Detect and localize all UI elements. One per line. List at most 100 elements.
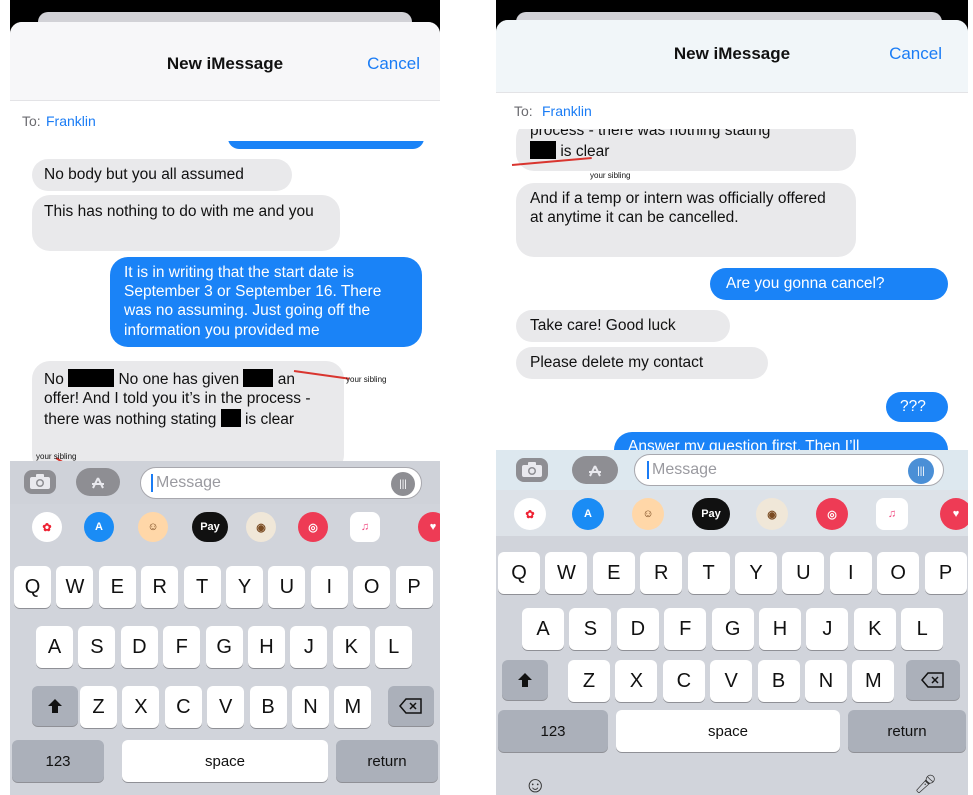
recipient-name[interactable]: Franklin (542, 103, 592, 119)
shift-key[interactable] (32, 686, 78, 726)
apple-pay-icon[interactable]: Pay (692, 498, 730, 530)
key-y[interactable]: Y (226, 566, 263, 608)
key-j[interactable]: J (806, 608, 849, 650)
digital-touch-icon[interactable]: ♥ (418, 512, 440, 542)
emoji-icon[interactable]: ☺ (524, 772, 546, 795)
message-text: an (277, 371, 295, 388)
audio-waveform-icon[interactable]: ||| (391, 472, 415, 496)
message-input[interactable]: Message (634, 454, 944, 486)
key-q[interactable]: Q (14, 566, 51, 608)
key-l[interactable]: L (375, 626, 413, 668)
key-g[interactable]: G (205, 626, 243, 668)
recipient-name[interactable]: Franklin (46, 113, 96, 129)
key-j[interactable]: J (290, 626, 328, 668)
key-c[interactable]: C (662, 660, 705, 702)
key-n[interactable]: N (292, 686, 329, 728)
key-b[interactable]: B (757, 660, 800, 702)
key-k[interactable]: K (853, 608, 896, 650)
app-store-icon[interactable] (76, 468, 120, 496)
app-drawer: ✿ A ☺ Pay ◉ ◎ ♫ ♥ (10, 504, 440, 550)
compose-sheet: New iMessage Cancel To: Franklin No body… (10, 22, 440, 795)
app-store-icon[interactable] (572, 456, 618, 484)
key-s[interactable]: S (569, 608, 612, 650)
space-key[interactable]: space (616, 710, 840, 752)
key-f[interactable]: F (664, 608, 707, 650)
microphone-icon[interactable]: 🎤︎ (914, 774, 937, 795)
key-g[interactable]: G (711, 608, 754, 650)
return-key[interactable]: return (336, 740, 438, 782)
numbers-key[interactable]: 123 (12, 740, 104, 782)
animoji-monkey-icon[interactable]: ◉ (756, 498, 788, 530)
return-key[interactable]: return (848, 710, 966, 752)
memoji-icon[interactable]: ☺ (632, 498, 664, 530)
to-field[interactable]: To: Franklin (496, 92, 968, 130)
key-h[interactable]: H (248, 626, 285, 668)
shift-key[interactable] (502, 660, 548, 700)
key-t[interactable]: T (183, 566, 221, 608)
key-m[interactable]: M (334, 686, 372, 728)
key-z[interactable]: Z (568, 660, 610, 702)
key-n[interactable]: N (805, 660, 847, 702)
key-w[interactable]: W (56, 566, 94, 608)
music-icon[interactable]: ♫ (876, 498, 908, 530)
key-o[interactable]: O (353, 566, 391, 608)
key-p[interactable]: P (395, 566, 433, 608)
message-input[interactable]: Message (140, 467, 422, 499)
photos-app-icon[interactable]: ✿ (32, 512, 62, 542)
key-q[interactable]: Q (498, 552, 540, 594)
key-i[interactable]: I (829, 552, 872, 594)
key-v[interactable]: V (710, 660, 753, 702)
key-l[interactable]: L (901, 608, 944, 650)
key-t[interactable]: T (687, 552, 730, 594)
camera-icon[interactable] (516, 458, 548, 482)
apple-pay-icon[interactable]: Pay (192, 512, 228, 542)
key-e[interactable]: E (98, 566, 136, 608)
animoji-monkey-icon[interactable]: ◉ (246, 512, 276, 542)
key-i[interactable]: I (310, 566, 348, 608)
memoji-icon[interactable]: ☺ (138, 512, 168, 542)
numbers-key[interactable]: 123 (498, 710, 608, 752)
key-a[interactable]: A (522, 608, 564, 650)
key-w[interactable]: W (545, 552, 588, 594)
audio-waveform-icon[interactable]: ||| (908, 458, 934, 484)
key-k[interactable]: K (332, 626, 370, 668)
key-r[interactable]: R (141, 566, 179, 608)
space-key[interactable]: space (122, 740, 328, 782)
message-text: process - there was nothing stating (530, 129, 771, 139)
key-u[interactable]: U (782, 552, 825, 594)
key-a[interactable]: A (36, 626, 73, 668)
backspace-icon[interactable] (906, 660, 960, 700)
key-y[interactable]: Y (735, 552, 777, 594)
music-icon[interactable]: ♫ (350, 512, 380, 542)
cancel-button[interactable]: Cancel (367, 54, 420, 74)
key-d[interactable]: D (120, 626, 158, 668)
key-x[interactable]: X (615, 660, 658, 702)
key-c[interactable]: C (164, 686, 202, 728)
search-images-icon[interactable]: ◎ (298, 512, 328, 542)
backspace-icon[interactable] (388, 686, 434, 726)
to-field[interactable]: To: Franklin (10, 100, 440, 142)
key-p[interactable]: P (924, 552, 967, 594)
key-x[interactable]: X (122, 686, 160, 728)
photos-app-icon[interactable]: ✿ (514, 498, 546, 530)
key-b[interactable]: B (249, 686, 287, 728)
nav-bar: New iMessage Cancel (496, 20, 968, 92)
key-s[interactable]: S (78, 626, 116, 668)
cancel-button[interactable]: Cancel (889, 44, 942, 64)
key-e[interactable]: E (592, 552, 635, 594)
key-m[interactable]: M (852, 660, 895, 702)
camera-icon[interactable] (24, 470, 56, 494)
app-store-icon[interactable]: A (84, 512, 114, 542)
key-z[interactable]: Z (80, 686, 117, 728)
key-u[interactable]: U (268, 566, 306, 608)
key-d[interactable]: D (616, 608, 659, 650)
text-caret (647, 461, 649, 479)
digital-touch-icon[interactable]: ♥ (940, 498, 968, 530)
app-store-icon[interactable]: A (572, 498, 604, 530)
key-r[interactable]: R (640, 552, 683, 594)
search-images-icon[interactable]: ◎ (816, 498, 848, 530)
key-o[interactable]: O (877, 552, 920, 594)
key-f[interactable]: F (163, 626, 201, 668)
key-h[interactable]: H (759, 608, 801, 650)
key-v[interactable]: V (207, 686, 245, 728)
